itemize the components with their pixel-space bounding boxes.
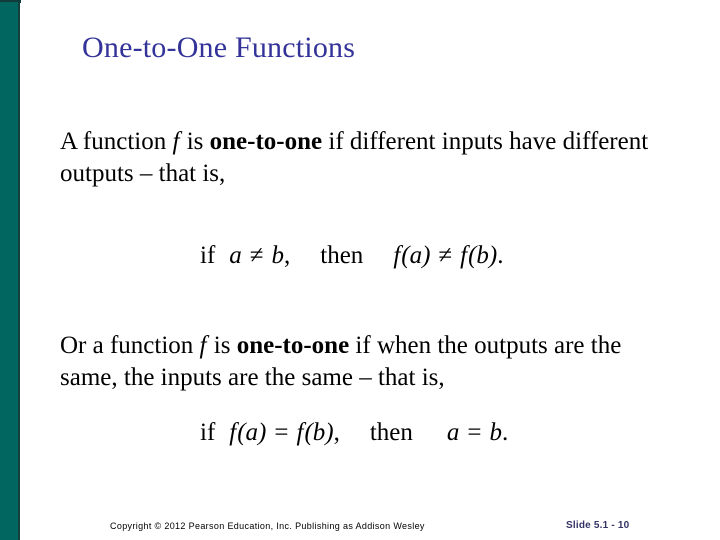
math-2-relation-eq-2: =: [467, 419, 482, 446]
math-2-if-label: if: [200, 419, 216, 446]
math-2-then-label: then: [369, 419, 413, 446]
math-1-lhs-variable-a: a: [229, 242, 242, 269]
math-2-lhs-argument-a: (a): [237, 419, 267, 446]
definition-paragraph-1: A function f is one-to-one if different …: [60, 126, 670, 190]
math-2-comma: ,: [333, 419, 340, 446]
paragraph-2-function-variable: f: [199, 332, 207, 359]
math-1-lhs-variable-b: b: [271, 242, 285, 269]
paragraph-1-part-1: A function: [60, 128, 173, 155]
math-2-relation-eq-1: =: [274, 419, 289, 446]
math-expression-line-2: if f(a) = f(b), then a = b.: [200, 417, 508, 449]
math-1-period: .: [497, 242, 504, 269]
math-1-rhs-argument-b: (b): [468, 242, 498, 269]
paragraph-2-part-2: is: [207, 332, 237, 359]
left-accent-band-edge: [18, 2, 20, 540]
footer-slide-number: Slide 5.1 - 10: [566, 520, 630, 531]
math-2-lhs-argument-b: (b): [304, 419, 334, 446]
page-title: One-to-One Functions: [82, 31, 356, 64]
left-accent-band: [0, 2, 18, 540]
math-expression-line-1: if a ≠ b, then f(a) ≠ f(b).: [200, 240, 504, 272]
math-1-if-label: if: [200, 242, 216, 269]
math-2-period: .: [502, 419, 509, 446]
footer-copyright: Copyright © 2012 Pearson Education, Inc.…: [110, 521, 425, 531]
slide-canvas: One-to-One Functions A function f is one…: [0, 0, 720, 540]
math-1-relation-neq-2: ≠: [438, 242, 453, 269]
math-2-rhs-variable-a: a: [446, 419, 460, 446]
definition-paragraph-2: Or a function f is one-to-one if when th…: [60, 330, 675, 394]
paragraph-1-part-2: is: [180, 128, 210, 155]
math-2-rhs-variable-b: b: [489, 419, 503, 446]
math-1-comma: ,: [284, 242, 291, 269]
math-1-rhs-argument-a: (a): [401, 242, 431, 269]
math-1-rhs-function-f-2: f: [460, 242, 468, 269]
math-1-relation-neq-1: ≠: [249, 242, 264, 269]
paragraph-2-part-1: Or a function: [60, 332, 200, 359]
math-1-then-label: then: [320, 242, 364, 269]
paragraph-1-emphasis: one-to-one: [209, 128, 323, 155]
paragraph-2-emphasis: one-to-one: [236, 332, 350, 359]
